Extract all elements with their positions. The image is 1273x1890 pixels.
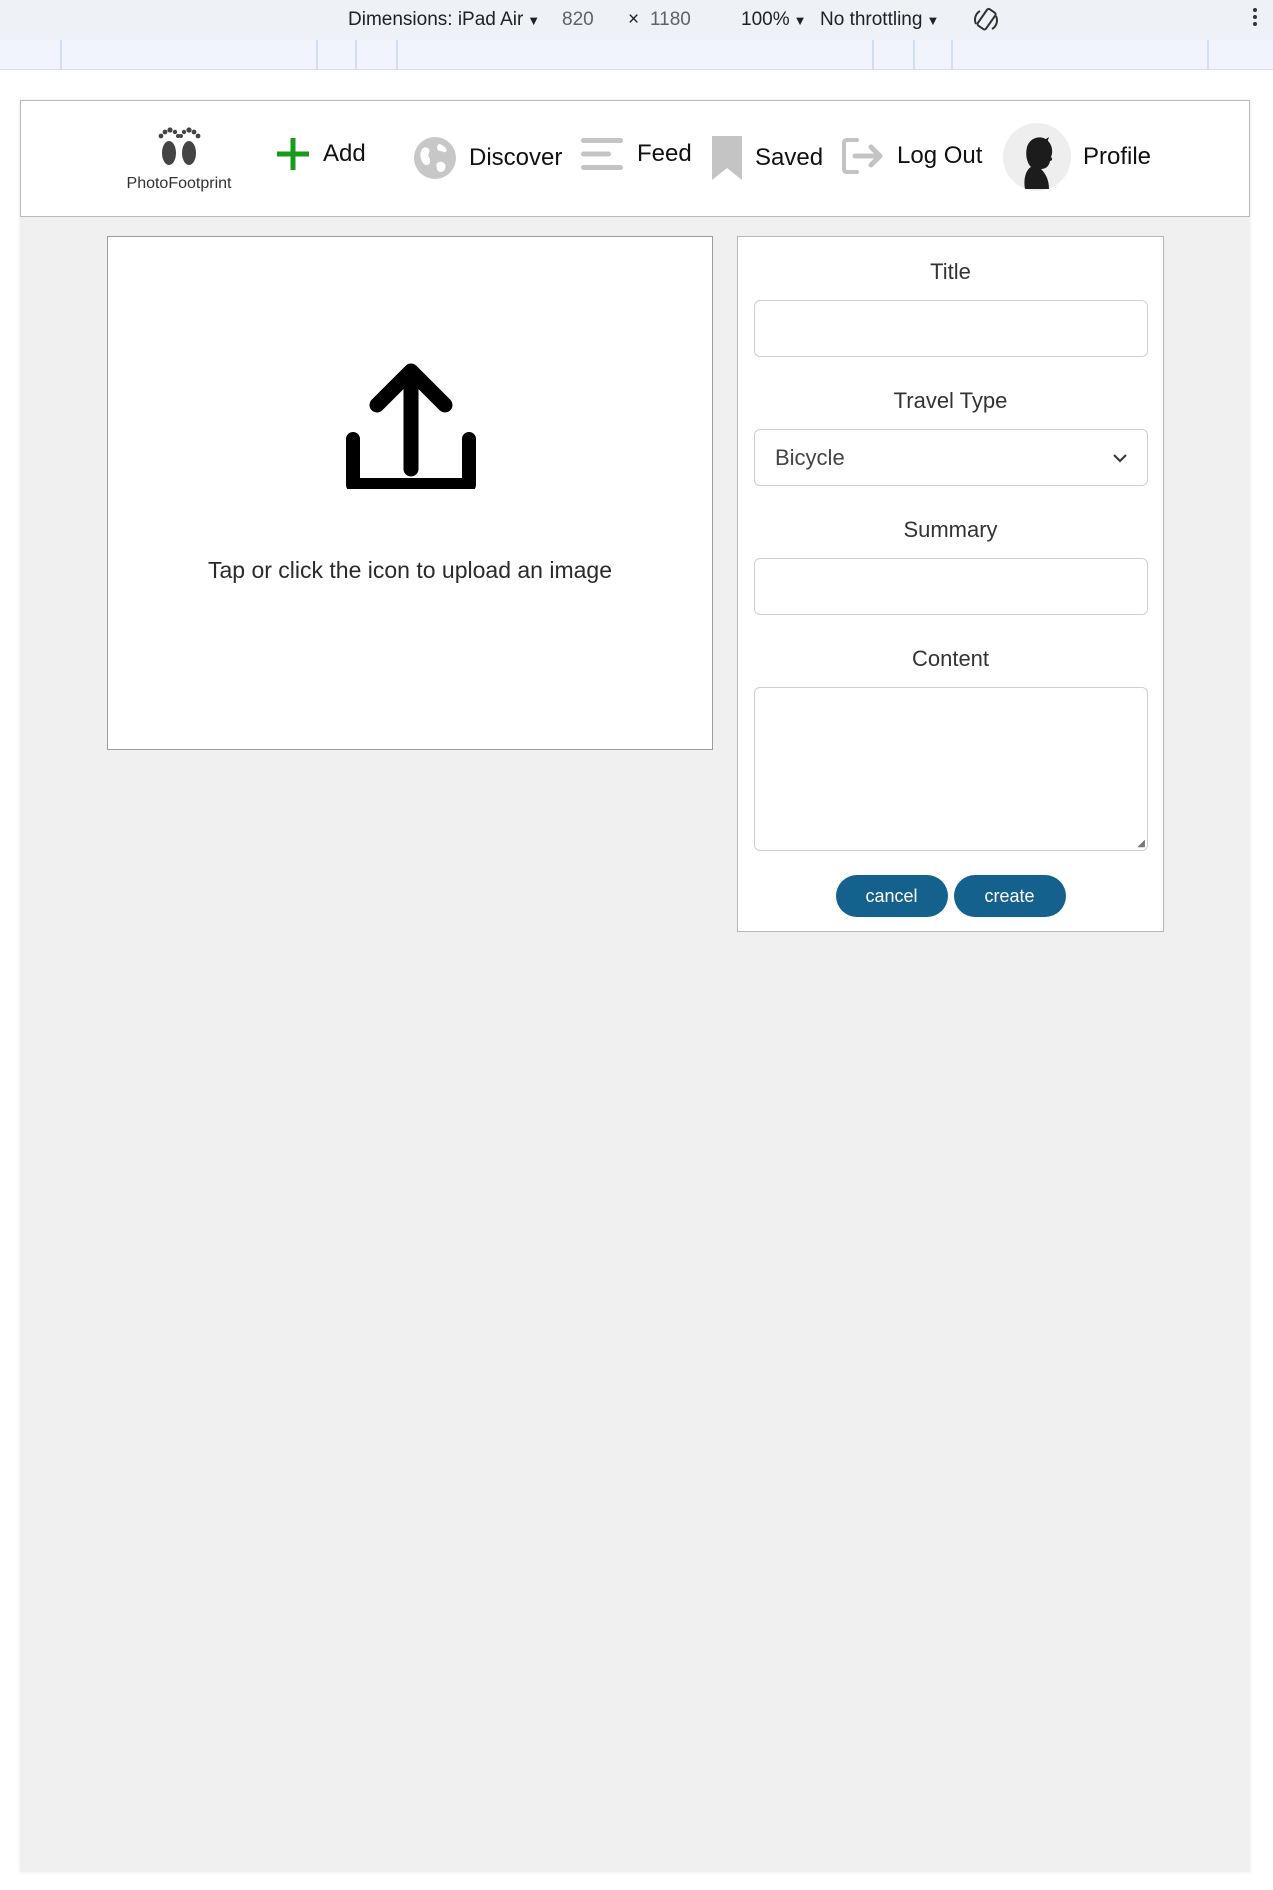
- footprints-icon: [158, 127, 201, 165]
- page-viewport: PhotoFootprint Add Discover Feed Saved L…: [20, 100, 1250, 1872]
- height-input[interactable]: 1180: [650, 9, 691, 31]
- form-actions: cancel create: [738, 875, 1163, 917]
- nav-add[interactable]: Add: [275, 136, 366, 172]
- nav-discover-label: Discover: [469, 144, 563, 171]
- rotate-icon[interactable]: [972, 6, 1000, 34]
- globe-icon: [413, 136, 457, 180]
- feed-lines-icon: [581, 136, 625, 172]
- zoom-dropdown[interactable]: 100% ▼: [741, 9, 806, 31]
- zoom-label: 100%: [741, 9, 790, 30]
- title-input[interactable]: [754, 300, 1148, 357]
- content-textarea[interactable]: ◢: [754, 687, 1148, 851]
- devtools-device-toolbar: Dimensions: iPad Air ▼ 820 × 1180 100% ▼…: [0, 0, 1273, 40]
- nav-add-label: Add: [323, 140, 366, 167]
- nav-logout[interactable]: Log Out: [841, 136, 982, 176]
- bookmark-icon: [711, 136, 743, 180]
- more-options-icon[interactable]: [1253, 8, 1257, 26]
- caret-down-icon: ▼: [527, 12, 541, 28]
- caret-down-icon: ▼: [926, 12, 940, 28]
- travel-type-label: Travel Type: [893, 388, 1008, 413]
- dimensions-label: Dimensions: iPad Air: [348, 9, 524, 30]
- logout-icon: [841, 136, 885, 176]
- title-label: Title: [930, 259, 971, 284]
- media-query-ruler: [0, 40, 1273, 70]
- nav-logout-label: Log Out: [897, 142, 983, 169]
- resize-handle-icon[interactable]: ◢: [1137, 838, 1145, 849]
- cancel-button[interactable]: cancel: [835, 875, 948, 917]
- nav-discover[interactable]: Discover: [413, 136, 562, 180]
- summary-label: Summary: [903, 517, 998, 542]
- travel-type-select[interactable]: Bicycle: [754, 429, 1148, 486]
- throttling-dropdown[interactable]: No throttling ▼: [820, 9, 939, 31]
- image-upload-panel: Tap or click the icon to upload an image: [107, 236, 713, 750]
- upload-hint: Tap or click the icon to upload an image: [207, 557, 613, 583]
- chevron-down-icon: [1113, 450, 1127, 466]
- summary-input[interactable]: [754, 558, 1148, 615]
- caret-down-icon: ▼: [793, 12, 807, 28]
- avatar: [1003, 123, 1071, 191]
- brand-logo[interactable]: PhotoFootprint: [114, 121, 244, 193]
- nav-saved[interactable]: Saved: [711, 136, 823, 180]
- width-input[interactable]: 820: [562, 9, 594, 31]
- dimensions-dropdown[interactable]: Dimensions: iPad Air ▼: [348, 9, 540, 31]
- create-button[interactable]: create: [953, 875, 1066, 917]
- upload-icon[interactable]: [345, 357, 477, 494]
- top-navbar: PhotoFootprint Add Discover Feed Saved L…: [20, 100, 1250, 217]
- nav-saved-label: Saved: [755, 144, 824, 171]
- brand-name: PhotoFootprint: [126, 175, 232, 192]
- nav-profile[interactable]: Profile: [1003, 123, 1151, 191]
- nav-feed[interactable]: Feed: [581, 136, 692, 172]
- nav-feed-label: Feed: [637, 140, 692, 167]
- content-label: Content: [911, 646, 990, 671]
- post-form: Title Travel Type Bicycle Summary Conten…: [737, 236, 1164, 932]
- nav-profile-label: Profile: [1083, 143, 1152, 170]
- plus-icon: [275, 136, 311, 172]
- times-icon: ×: [628, 9, 640, 30]
- throttling-label: No throttling: [820, 9, 923, 30]
- travel-type-value: Bicycle: [775, 444, 845, 470]
